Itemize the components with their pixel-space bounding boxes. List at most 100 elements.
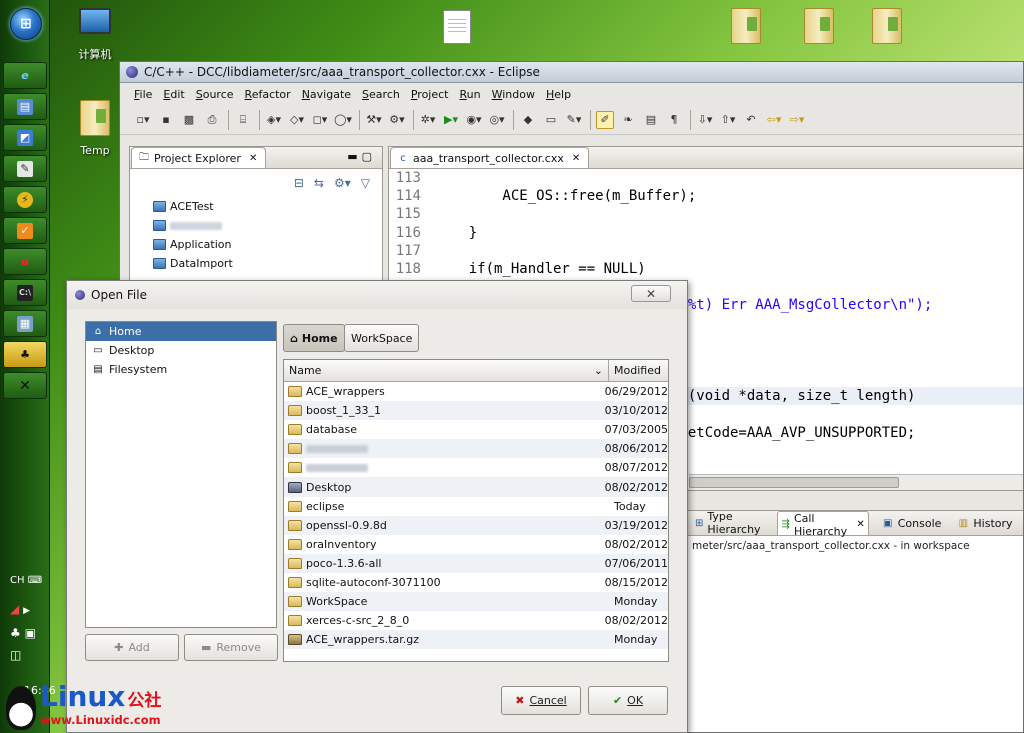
forward-icon[interactable]: ⇨▾ xyxy=(788,111,806,129)
print-icon[interactable]: ⎙ xyxy=(203,111,221,129)
tree-item[interactable]: ACETest xyxy=(130,197,382,216)
file-row[interactable]: WorkSpace Monday xyxy=(284,592,668,612)
open-type-icon[interactable]: ◆ xyxy=(519,111,537,129)
expand-icon[interactable]: ▶ xyxy=(23,606,30,616)
menu-edit[interactable]: Edit xyxy=(163,88,184,101)
menu-source[interactable]: Source xyxy=(196,88,234,101)
place-filesystem[interactable]: ▤ Filesystem xyxy=(86,360,276,379)
open-folder-icon[interactable]: ▭ xyxy=(542,111,560,129)
new-project-icon[interactable]: ◈▾ xyxy=(265,111,283,129)
tab-console[interactable]: ▣ Console xyxy=(879,512,945,534)
highlight-icon[interactable]: ✐ xyxy=(596,110,614,129)
hammer-icon[interactable]: ⚒▾ xyxy=(365,111,383,129)
menu-window[interactable]: Window xyxy=(492,88,535,101)
tab-call-hierarchy[interactable]: ⇶ Call Hierarchy ✕ xyxy=(777,511,869,538)
desktop-icon-folder[interactable] xyxy=(729,8,763,44)
tree-item[interactable]: Application xyxy=(130,235,382,254)
taskbar-ie-button[interactable]: e xyxy=(3,62,47,89)
view-menu-icon[interactable]: ▽ xyxy=(361,176,370,190)
tree-item[interactable]: DataImport xyxy=(130,254,382,273)
qq-tray-icon[interactable]: ♣ xyxy=(10,626,21,640)
link-editor-icon[interactable]: ⇆ xyxy=(314,176,324,190)
clipboard-icon[interactable]: ▣ xyxy=(25,626,36,640)
build-icon[interactable]: ⌸ xyxy=(234,111,252,129)
path-button-home[interactable]: ⌂ Home xyxy=(283,324,345,352)
minimize-icon[interactable]: ▬ xyxy=(347,150,361,163)
network-icon[interactable]: ◢ xyxy=(10,602,19,616)
add-bookmark-button[interactable]: ✚ Add xyxy=(85,634,179,661)
pilcrow-icon[interactable]: ¶ xyxy=(665,111,683,129)
taskbar-app-button[interactable]: ◩ xyxy=(3,124,47,151)
desktop-icon-temp[interactable]: Temp xyxy=(74,100,116,157)
menu-file[interactable]: File xyxy=(134,88,152,101)
save-all-icon[interactable]: ▩ xyxy=(180,111,198,129)
menu-help[interactable]: Help xyxy=(546,88,571,101)
remove-bookmark-button[interactable]: ▬ Remove xyxy=(184,634,278,661)
taskbar-app-button[interactable]: ▦ xyxy=(3,310,47,337)
new-icon[interactable]: ▫▾ xyxy=(134,111,152,129)
file-row[interactable]: oraInventory 08/02/2012 xyxy=(284,535,668,554)
profile-icon[interactable]: ◉▾ xyxy=(465,111,483,129)
taskbar-app-button[interactable]: ▤ xyxy=(3,93,47,120)
taskbar-app-button[interactable]: ⚡ xyxy=(3,186,47,213)
column-header-modified[interactable]: Modified xyxy=(609,360,668,381)
back-icon[interactable]: ⇦▾ xyxy=(765,111,783,129)
file-row[interactable]: boost_1_33_1 03/10/2012 xyxy=(284,401,668,421)
last-edit-icon[interactable]: ↶ xyxy=(742,111,760,129)
column-header-name[interactable]: Name ⌄ xyxy=(284,360,609,381)
settings-icon[interactable]: ⚙▾ xyxy=(388,111,406,129)
ok-button[interactable]: ✔ OK xyxy=(588,686,668,715)
file-row[interactable]: Desktop 08/02/2012 xyxy=(284,477,668,497)
tab-type-hierarchy[interactable]: ⊞ Type Hierarchy xyxy=(692,510,767,536)
file-row[interactable]: ACE_wrappers.tar.gz Monday xyxy=(284,630,668,650)
place-home[interactable]: ⌂ Home xyxy=(86,322,276,341)
block-icon[interactable]: ▤ xyxy=(642,111,660,129)
mark-icon[interactable]: ❧ xyxy=(619,111,637,129)
file-row[interactable]: eclipse Today xyxy=(284,497,668,516)
tree-item[interactable] xyxy=(130,216,382,235)
taskbar-app-button[interactable]: ✎ xyxy=(3,155,47,182)
start-button[interactable]: ⊞ xyxy=(10,8,42,40)
tab-history[interactable]: ▥ History xyxy=(954,512,1015,534)
maximize-icon[interactable]: ▢ xyxy=(362,150,376,163)
taskbar-qq-button[interactable]: ♣ xyxy=(3,341,47,368)
file-row[interactable]: ACE_wrappers 06/29/2012 xyxy=(284,382,668,401)
close-icon[interactable]: ✕ xyxy=(572,153,580,164)
menu-project[interactable]: Project xyxy=(411,88,449,101)
close-icon[interactable]: ✕ xyxy=(856,519,864,530)
file-row[interactable]: sqlite-autoconf-3071100 08/15/2012 xyxy=(284,573,668,592)
file-row[interactable]: poco-1.3.6-all 07/06/2011 xyxy=(284,553,668,573)
filter-icon[interactable]: ⚙▾ xyxy=(334,176,351,190)
eclipse-titlebar[interactable]: C/C++ - DCC/libdiameter/src/aaa_transpor… xyxy=(120,62,1023,83)
external-tools-icon[interactable]: ◎▾ xyxy=(488,111,506,129)
editor-horizontal-scrollbar[interactable] xyxy=(689,474,1023,490)
desktop-icon-folder[interactable] xyxy=(802,8,836,44)
dialog-close-button[interactable]: ✕ xyxy=(631,285,671,302)
language-indicator[interactable]: CH ⌨ xyxy=(10,575,42,586)
desktop-icon-computer[interactable]: 计算机 xyxy=(74,8,116,62)
close-icon[interactable]: ✕ xyxy=(249,153,257,164)
desktop-icon-folder[interactable] xyxy=(870,8,904,44)
dialog-titlebar[interactable]: Open File xyxy=(67,281,687,309)
desktop-icon-document[interactable] xyxy=(442,10,472,44)
menu-search[interactable]: Search xyxy=(362,88,400,101)
taskbar-app-button[interactable]: ✓ xyxy=(3,217,47,244)
save-icon[interactable]: ▪ xyxy=(157,111,175,129)
taskbar-app-button[interactable]: C:\ xyxy=(3,279,47,306)
taskbar-app-button[interactable]: ✕ xyxy=(3,372,47,399)
new-source-icon[interactable]: ◯▾ xyxy=(334,111,352,129)
taskbar-app-button[interactable]: ø xyxy=(3,248,47,275)
next-annotation-icon[interactable]: ⇩▾ xyxy=(696,111,714,129)
cancel-button[interactable]: ✖ Cancel xyxy=(501,686,581,715)
file-row[interactable]: 08/07/2012 xyxy=(284,458,668,477)
new-class-icon[interactable]: ◻▾ xyxy=(311,111,329,129)
file-row[interactable]: 08/06/2012 xyxy=(284,439,668,459)
tab-project-explorer[interactable]: 🗀 Project Explorer ✕ xyxy=(131,147,267,168)
new-folder-icon[interactable]: ◇▾ xyxy=(288,111,306,129)
run-icon[interactable]: ▶▾ xyxy=(442,111,460,129)
file-row[interactable]: database 07/03/2005 xyxy=(284,420,668,439)
pen-icon[interactable]: ✎▾ xyxy=(565,111,583,129)
place-desktop[interactable]: ▭ Desktop xyxy=(86,341,276,360)
file-row[interactable]: openssl-0.9.8d 03/19/2012 xyxy=(284,515,668,535)
debug-icon[interactable]: ✲▾ xyxy=(419,111,437,129)
